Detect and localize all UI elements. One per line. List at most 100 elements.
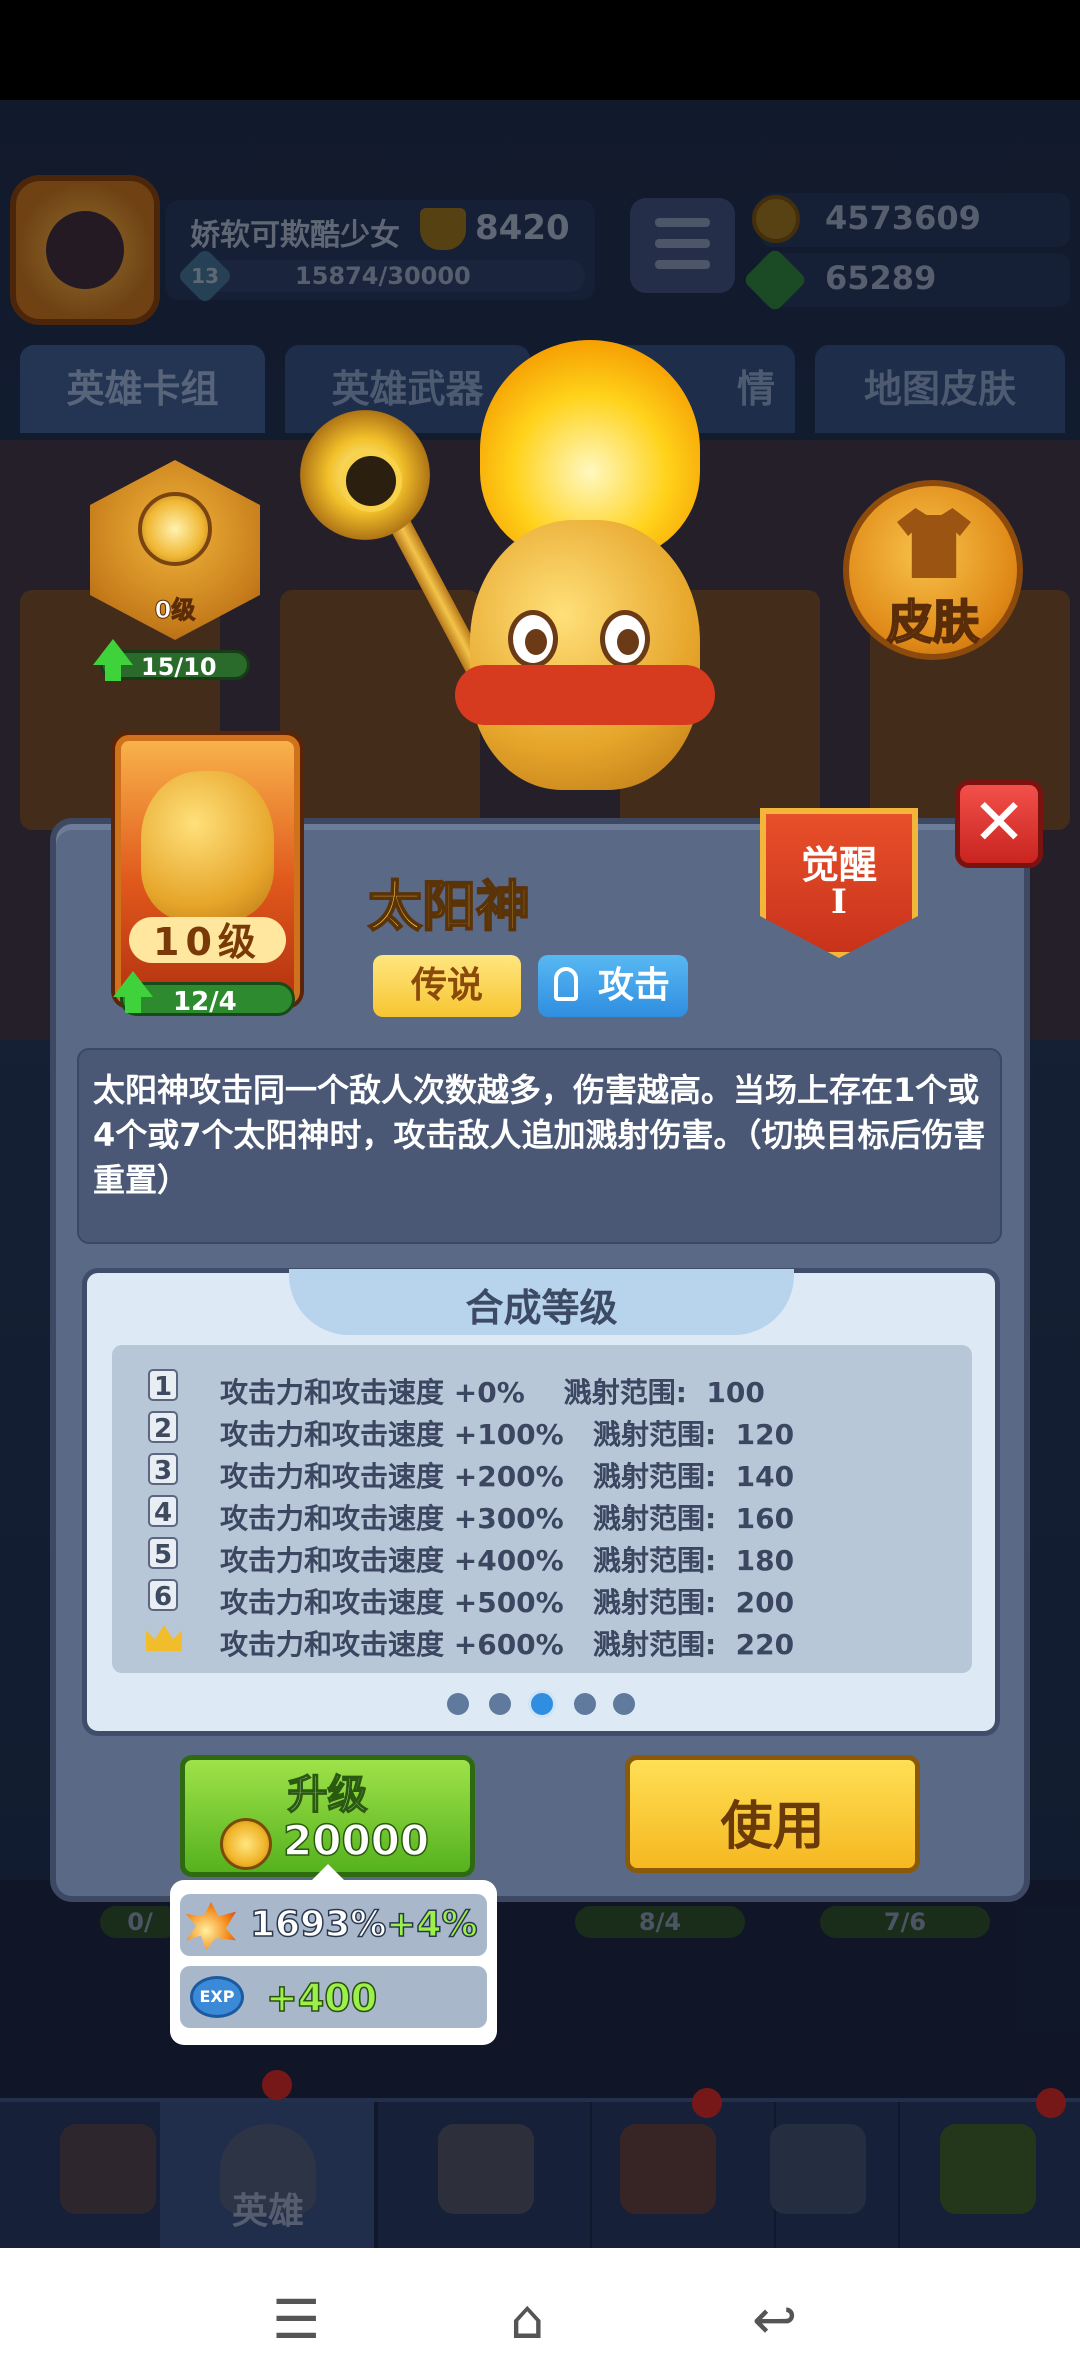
hero-artwork (300, 330, 860, 800)
hero-card: 10级 (115, 735, 300, 1005)
attack-bonus-value: 1693% (249, 1903, 387, 1946)
synthesis-row: 2 攻击力和攻击速度 +100% 溅射范围: 120 (112, 1409, 972, 1451)
upgrade-arrow-icon (93, 639, 133, 681)
awaken-label: 觉醒 (800, 843, 877, 887)
page-dot[interactable] (613, 1693, 635, 1715)
coin-icon (752, 195, 800, 243)
gem-counter: 65289 (742, 247, 1070, 313)
nav-garden[interactable] (900, 2102, 1080, 2248)
synthesis-row: 攻击力和攻击速度 +600% 溅射范围: 220 (112, 1619, 972, 1661)
type-tag-label: 攻击 (598, 965, 671, 1006)
weapon-progress-text: 15/10 (141, 653, 217, 681)
notification-dot (262, 2070, 292, 2100)
hero-body (470, 520, 700, 790)
bottom-nav: 英雄 (0, 2098, 1080, 2248)
synthesis-row: 6 攻击力和攻击速度 +500% 溅射范围: 200 (112, 1577, 972, 1619)
exp-gain: +400 (265, 1975, 378, 2021)
player-exp-text: 15874/30000 (295, 262, 471, 290)
rank-icon: 5 (148, 1537, 178, 1570)
skin-button[interactable]: 皮肤 (843, 480, 1023, 660)
gem-value: 65289 (825, 259, 937, 297)
player-level-badge: 13 (176, 247, 234, 305)
player-avatar-badge[interactable] (10, 175, 160, 325)
status-bar (0, 0, 1080, 100)
synthesis-panel[interactable]: 合成等级 1 攻击力和攻击速度 +0% 溅射范围: 100 2 攻击力和攻击速度 +… (82, 1268, 1000, 1736)
rank-icon: 2 (148, 1411, 178, 1444)
page-dot[interactable] (447, 1693, 469, 1715)
page-indicator (447, 1690, 647, 1719)
coin-icon (220, 1818, 272, 1870)
synthesis-row: 1 攻击力和攻击速度 +0% 溅射范围: 100 (112, 1367, 972, 1409)
coin-value: 4573609 (825, 199, 981, 237)
crossed-swords-icon (438, 2124, 534, 2214)
recent-apps-icon[interactable]: ☰ (272, 2288, 320, 2351)
nav-hero[interactable]: 英雄 (160, 2102, 376, 2248)
home-icon[interactable]: ⌂ (510, 2288, 544, 2351)
attack-power-icon (186, 1902, 236, 1950)
sprout-icon (940, 2124, 1036, 2214)
hero-description: 太阳神攻击同一个敌人次数越多，伤害越高。当场上存在1个或4个或7个太阳神时，攻击… (93, 1071, 986, 1199)
trophy-icon (420, 208, 466, 250)
hero-eye (600, 610, 650, 668)
background-progress: 8/4 (575, 1906, 745, 1938)
rank-icon: 1 (148, 1369, 178, 1402)
background-progress: 0/ (100, 1906, 180, 1938)
upgrade-arrow-icon (113, 971, 153, 1013)
nav-social[interactable] (740, 2102, 900, 2248)
use-label: 使用 (720, 1797, 825, 1857)
upgrade-bonus-popup: 1693%+4% EXP +400 (170, 1864, 497, 2045)
use-button[interactable]: 使用 (625, 1755, 920, 1873)
hero-name: 太阳神 (367, 874, 531, 939)
upgrade-cost: 20000 (282, 1815, 430, 1866)
hero-card-progress-text: 12/4 (173, 987, 237, 1017)
exp-bonus-row: EXP +400 (180, 1966, 487, 2028)
coin-counter: 4573609 (752, 193, 1070, 247)
hero-card-level: 10级 (153, 920, 262, 964)
hero-card-progress-bar: 12/4 (113, 971, 295, 1017)
hero-description-box: 太阳神攻击同一个敌人次数越多，伤害越高。当场上存在1个或4个或7个太阳神时，攻击… (77, 1048, 1002, 1244)
synthesis-row: 3 攻击力和攻击速度 +200% 溅射范围: 140 (112, 1451, 972, 1493)
upgrade-label: 升级 (287, 1771, 369, 1819)
friends-icon (770, 2124, 866, 2214)
page-dot[interactable] (574, 1693, 596, 1715)
background-progress: 7/6 (820, 1906, 990, 1938)
weapon-progress-bar: 15/10 (93, 639, 250, 681)
hero-portrait (141, 771, 274, 921)
rarity-tag: 传说 (373, 955, 521, 1017)
awaken-rank: I (831, 882, 847, 922)
player-panel[interactable]: 娇软可欺酷少女 8420 13 15874/30000 (165, 200, 595, 305)
menu-icon (655, 218, 710, 227)
attack-type-icon (554, 967, 578, 1001)
close-icon: ✕ (972, 786, 1026, 860)
attack-bonus-plus: +4% (386, 1903, 479, 1946)
exp-icon: EXP (190, 1976, 244, 2018)
nav-hero-label: 英雄 (231, 2191, 304, 2232)
notification-dot (692, 2088, 722, 2118)
close-button[interactable]: ✕ (955, 780, 1043, 868)
type-tag: 攻击 (538, 955, 688, 1017)
hero-eye (508, 610, 558, 668)
attack-bonus-row: 1693%+4% (180, 1894, 487, 1956)
rank-icon: 6 (148, 1579, 178, 1612)
synthesis-row: 4 攻击力和攻击速度 +300% 溅射范围: 160 (112, 1493, 972, 1535)
rank-icon: 3 (148, 1453, 178, 1486)
tab-hero-deck[interactable]: 英雄卡组 (20, 345, 265, 433)
sun-staff-head (300, 410, 430, 540)
synthesis-table: 1 攻击力和攻击速度 +0% 溅射范围: 100 2 攻击力和攻击速度 +100% … (112, 1345, 972, 1673)
notification-dot (1036, 2088, 1066, 2118)
system-nav-bar: ☰ ⌂ ↩ (0, 2248, 1080, 2376)
menu-button[interactable] (630, 198, 735, 293)
back-icon[interactable]: ↩ (752, 2288, 797, 2351)
synthesis-title: 合成等级 (465, 1286, 618, 1330)
player-name: 娇软可欺酷少女 (190, 218, 400, 253)
avatar (46, 211, 124, 289)
trophy-count: 8420 (475, 208, 570, 248)
crown-shield-icon (620, 2124, 716, 2214)
rank-icon: 4 (148, 1495, 178, 1528)
player-exp-bar: 13 15874/30000 (176, 247, 585, 305)
upgrade-button[interactable]: 升级 20000 (180, 1755, 475, 1877)
page-dot[interactable] (489, 1693, 511, 1715)
hero-scarf (455, 665, 715, 725)
treasure-chest-icon (60, 2124, 156, 2214)
page-dot-active[interactable] (528, 1690, 556, 1718)
